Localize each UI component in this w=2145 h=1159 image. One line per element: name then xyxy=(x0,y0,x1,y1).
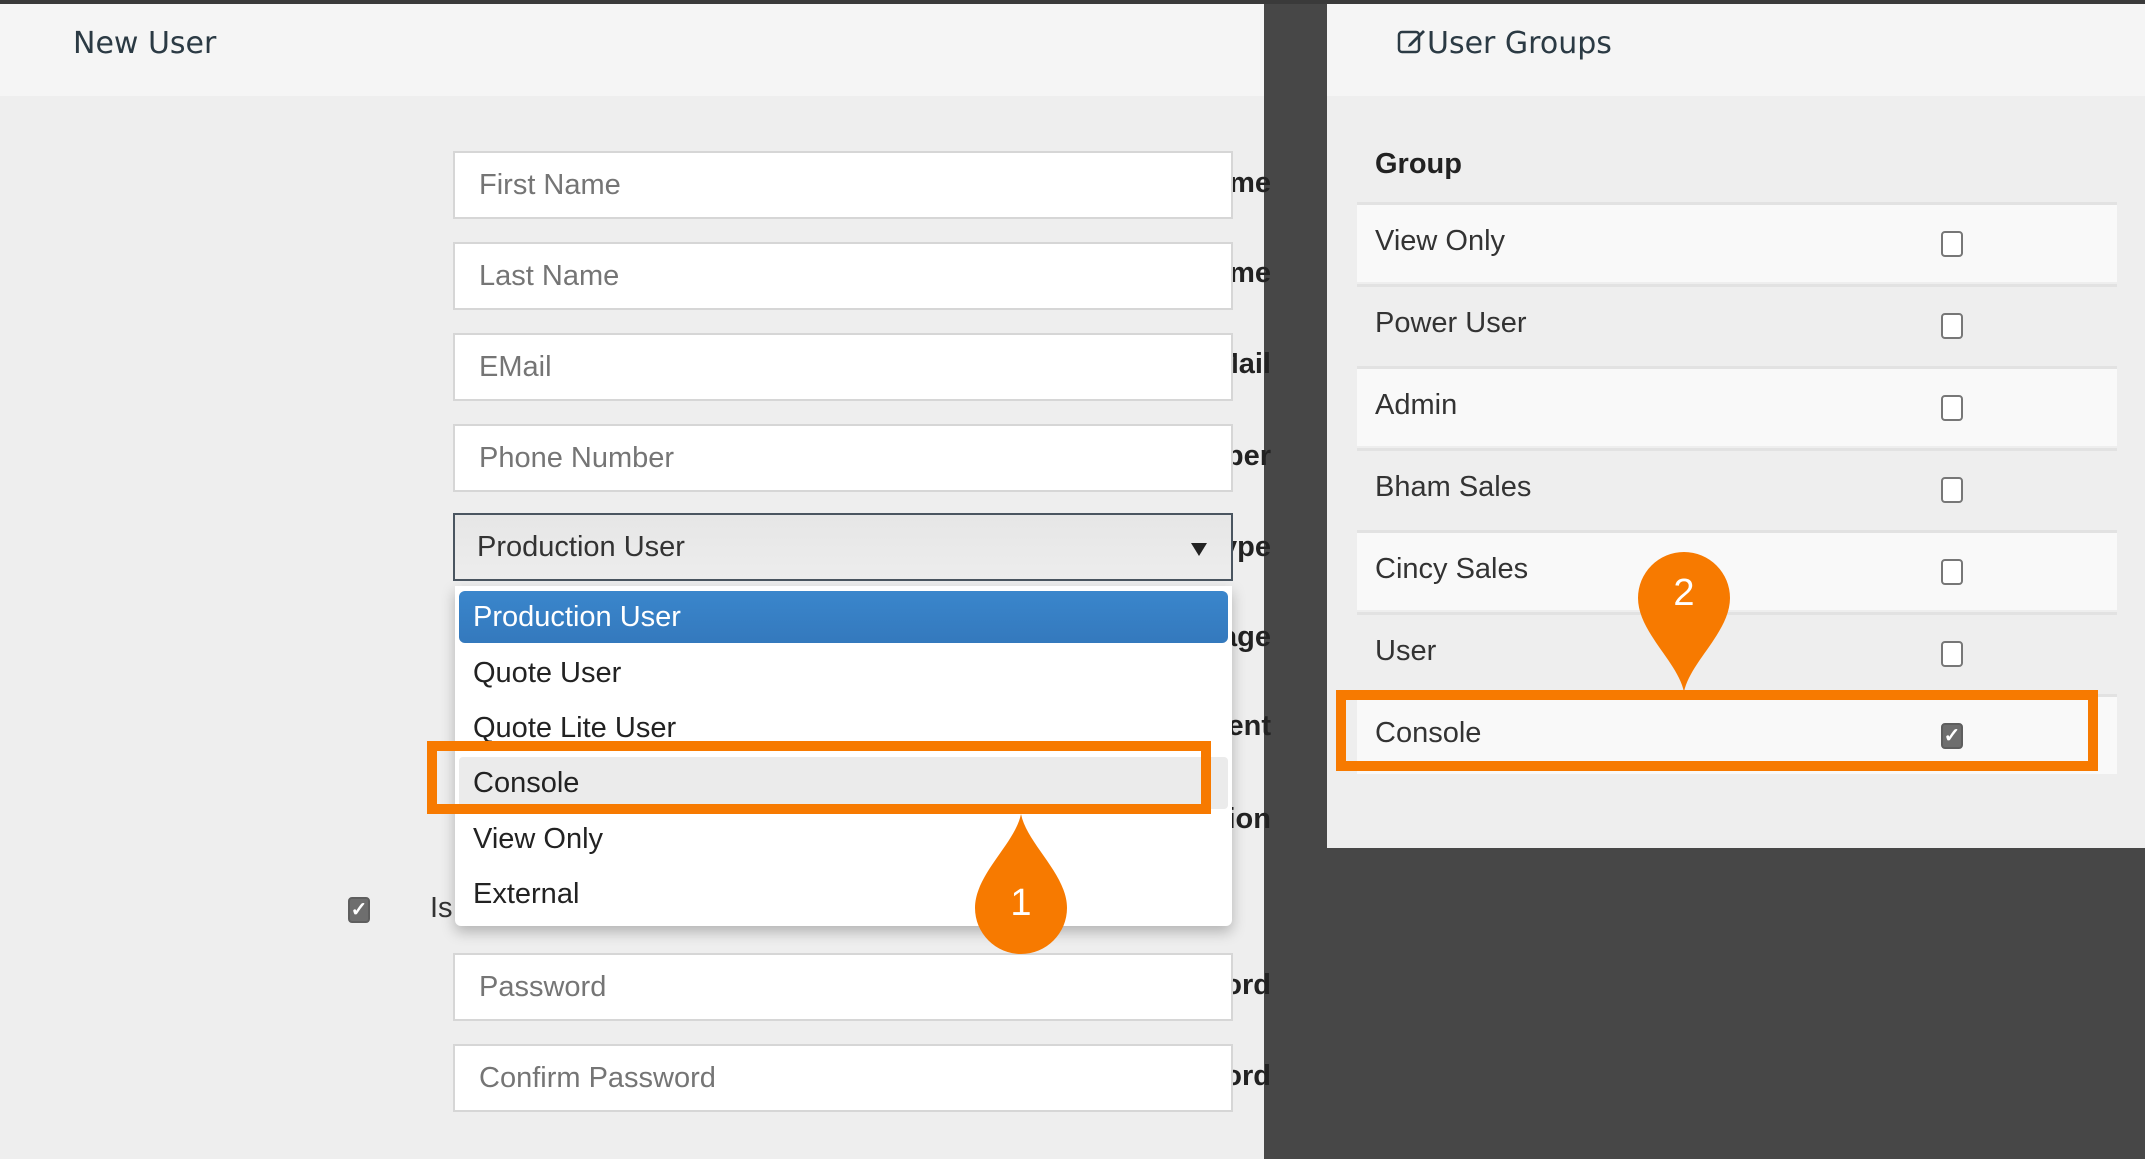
caret-down-icon xyxy=(1191,543,1207,556)
dropdown-option-view-only[interactable]: View Only xyxy=(459,813,1228,865)
group-checkbox-user[interactable] xyxy=(1941,641,1963,667)
user-type-select[interactable]: Production User xyxy=(453,513,1233,581)
group-checkbox-bham-sales[interactable] xyxy=(1941,477,1963,503)
callout-number: 2 xyxy=(1673,572,1695,614)
group-checkbox-admin[interactable] xyxy=(1941,395,1963,421)
callout-highlight-console-option xyxy=(427,741,1211,814)
dropdown-option-external[interactable]: External xyxy=(459,868,1228,920)
group-name: View Only xyxy=(1375,225,1506,257)
group-row-admin: Admin xyxy=(1357,366,2117,446)
group-name: Power User xyxy=(1375,307,1527,339)
is-active-checkbox[interactable]: ✓ xyxy=(348,897,370,923)
group-checkbox-cincy-sales[interactable] xyxy=(1941,559,1963,585)
panel-title: New User xyxy=(73,26,217,61)
group-row-user: User xyxy=(1357,612,2117,692)
group-checkbox-view-only[interactable] xyxy=(1941,231,1963,257)
panel-title: User Groups xyxy=(1427,26,1612,61)
confirm-password-input[interactable] xyxy=(453,1044,1233,1112)
password-input[interactable] xyxy=(453,953,1233,1021)
last-name-input[interactable] xyxy=(453,242,1233,310)
group-checkbox-power-user[interactable] xyxy=(1941,313,1963,339)
callout-number: 1 xyxy=(1010,882,1032,924)
group-row-bham-sales: Bham Sales xyxy=(1357,448,2117,528)
group-column-header: Group xyxy=(1375,148,1462,180)
group-row-view-only: View Only xyxy=(1357,202,2117,282)
new-user-header: New User xyxy=(0,4,1264,96)
dropdown-option-production-user[interactable]: Production User xyxy=(459,591,1228,643)
phone-number-input[interactable] xyxy=(453,424,1233,492)
user-groups-header: User Groups xyxy=(1327,4,2145,96)
group-row-power-user: Power User xyxy=(1357,284,2117,364)
is-checkbox-label: Is xyxy=(430,892,453,924)
group-name: Admin xyxy=(1375,389,1458,421)
first-name-input[interactable] xyxy=(453,151,1233,219)
group-name: Cincy Sales xyxy=(1375,553,1529,585)
group-row-cincy-sales: Cincy Sales xyxy=(1357,530,2117,610)
user-groups-title-wrap: User Groups xyxy=(1397,26,1612,61)
user-type-value: Production User xyxy=(477,531,685,563)
group-name: User xyxy=(1375,635,1437,667)
group-name: Bham Sales xyxy=(1375,471,1532,503)
edit-icon xyxy=(1397,30,1425,54)
callout-highlight-console-group xyxy=(1336,690,2098,771)
email-input[interactable] xyxy=(453,333,1233,401)
callout-pin-1: 1 xyxy=(975,814,1067,959)
dropdown-option-quote-user[interactable]: Quote User xyxy=(459,647,1228,699)
callout-pin-2: 2 xyxy=(1638,552,1730,697)
